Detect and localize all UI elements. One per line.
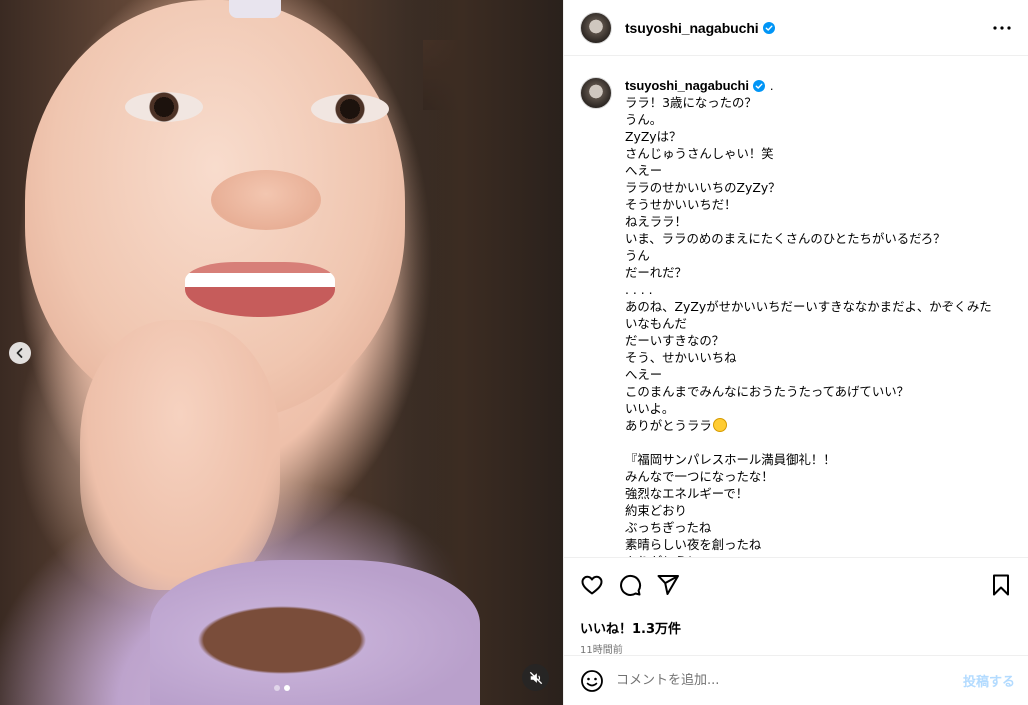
photo-sticker [229,0,281,18]
photo-eye-right [311,94,389,124]
caption-avatar[interactable] [580,77,612,109]
caption-head: tsuyoshi_nagabuchi . [625,77,1013,94]
carousel-indicator [274,685,290,691]
share-button[interactable] [656,573,680,597]
likes-count[interactable]: いいね！1.3万件 [580,618,1013,637]
post-media[interactable] [0,0,563,705]
caption-line: みんなで一つになったな！ [625,469,774,484]
action-row [580,570,1013,600]
caption-line: そうせかいいちだ！ [625,197,737,212]
emoji-icon [581,669,603,692]
heart-icon [581,575,603,595]
comment-button[interactable] [618,573,642,597]
carousel-dot-active [284,685,290,691]
post-timestamp[interactable]: 11時間前 [580,641,1013,656]
caption-line: 素晴らしい夜を創ったね [625,537,762,552]
photo-mouth [185,262,335,317]
caption-line: いいよ。 [625,401,675,416]
more-icon [993,25,1011,30]
comment-input[interactable] [616,673,963,688]
header-username[interactable]: tsuyoshi_nagabuchi [625,20,759,36]
caption-line: いなもんだ [625,316,687,331]
caption-line: そう、せかいいちね [625,350,737,365]
verified-badge-icon [752,79,765,92]
action-bar: いいね！1.3万件 11時間前 [564,557,1028,656]
caption-line: ねえララ！ [625,214,687,229]
caption-first-char: . [769,78,774,93]
smiling-face-emoji-icon [712,418,727,432]
bookmark-icon [993,574,1009,596]
post-comment-button[interactable]: 投稿する [963,671,1015,690]
caption: tsuyoshi_nagabuchi . ララ！3歳になったの？ うん。 ZyZyは… [580,77,1013,557]
caption-line: あのね、ZyZyがせかいいちだーいすきななかまだよ、かぞくみた [625,299,992,314]
carousel-dot [274,685,280,691]
more-options-button[interactable] [990,16,1014,40]
caption-line: うん [625,248,650,263]
caption-line: いま、ララのめのまえにたくさんのひとたちがいるだろ？ [625,231,946,246]
caption-line: ZyZyは？ [625,129,682,144]
caption-line: . . . . [625,282,653,297]
save-button[interactable] [989,573,1013,597]
carousel-prev-button[interactable] [9,342,31,364]
chevron-left-icon [16,348,23,358]
comment-icon [620,574,642,596]
photo-nose [211,170,321,230]
caption-line: ララ！3歳になったの？ [625,95,757,110]
caption-line: 『福岡サンパレスホール満員御礼！！ [625,452,836,467]
caption-username[interactable]: tsuyoshi_nagabuchi [625,77,749,94]
verified-badge-icon [762,21,775,34]
mute-button[interactable] [522,664,549,691]
comments-area[interactable]: tsuyoshi_nagabuchi . ララ！3歳になったの？ うん。 ZyZyは… [564,57,1028,557]
caption-line: ララのせかいいちのZyZy？ [625,180,781,195]
photo-eye-left [125,92,203,122]
photo-shirt [150,560,480,705]
photo-hand [80,320,280,590]
caption-line: このまんまでみんなにおうたうたってあげていい？ [625,384,909,399]
caption-line [625,434,1013,451]
caption-line: ぶっちぎったね [625,520,712,535]
caption-line: さんじゅうさんしゃい！笑 [625,146,774,161]
post-header: tsuyoshi_nagabuchi [564,0,1028,56]
avatar[interactable] [580,11,612,44]
add-comment-bar: 投稿する [564,655,1028,705]
post-details-panel: tsuyoshi_nagabuchi tsuyoshi_nagabuchi . … [563,0,1028,705]
caption-line: だーれだ？ [625,265,687,280]
caption-line: へえー [625,163,663,178]
caption-line: だーいすきなの？ [625,333,725,348]
caption-line: ありがとうララ [625,417,1013,434]
mute-icon [529,671,542,684]
caption-body: tsuyoshi_nagabuchi . ララ！3歳になったの？ うん。 ZyZyは… [625,77,1013,557]
caption-line: うん。 [625,112,663,127]
caption-text: ララ！3歳になったの？ うん。 ZyZyは？ さんじゅうさんしゃい！笑 へえー ララのせか… [625,94,1013,557]
emoji-button[interactable] [580,669,604,693]
caption-line: 強烈なエネルギーで！ [625,486,749,501]
like-button[interactable] [580,573,604,597]
caption-line: へえー [625,367,663,382]
share-icon [657,575,679,595]
caption-line: 約束どおり [625,503,687,518]
